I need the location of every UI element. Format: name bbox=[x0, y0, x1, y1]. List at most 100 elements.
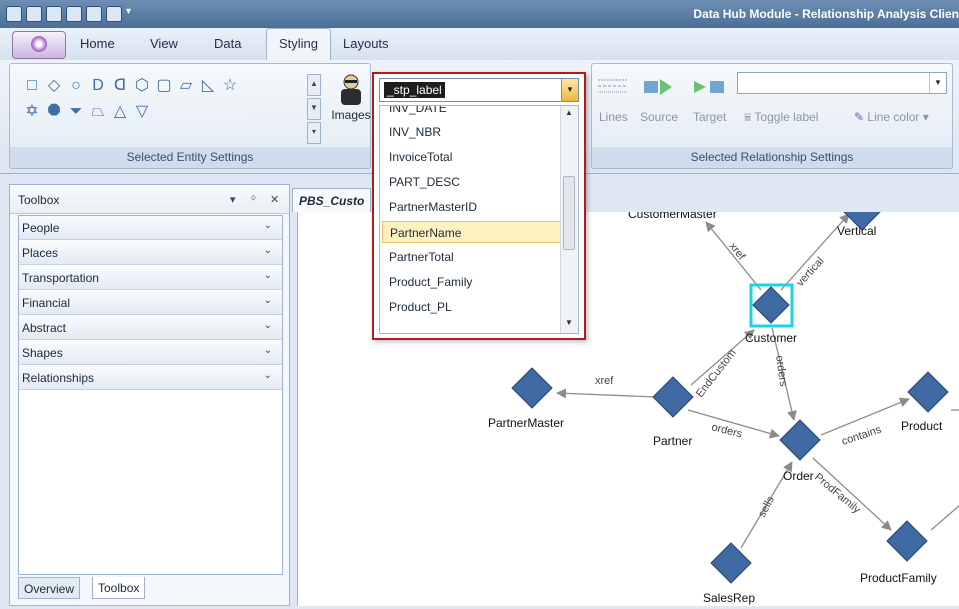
toolbox-title: Toolbox bbox=[18, 193, 60, 207]
rounded-rect-shape-icon[interactable]: ▢ bbox=[156, 78, 172, 94]
tab-view[interactable]: View bbox=[150, 36, 178, 51]
category-places[interactable]: Places ⌄ bbox=[19, 241, 282, 265]
edge-partner-partnermaster[interactable] bbox=[556, 388, 657, 399]
tab-home[interactable]: Home bbox=[80, 36, 115, 51]
relationship-settings-group: Lines Source Target ⩸ Toggle label ✎ Lin… bbox=[591, 63, 953, 169]
entity-settings-label: Selected Entity Settings bbox=[10, 147, 370, 168]
tab-overview[interactable]: Overview bbox=[18, 577, 81, 599]
node-partner[interactable] bbox=[652, 376, 694, 418]
chevron-down-icon[interactable]: ▼ bbox=[929, 73, 946, 93]
category-transportation[interactable]: Transportation ⌄ bbox=[19, 266, 282, 290]
person-image-icon bbox=[341, 74, 361, 105]
toggle-label-text: Toggle label bbox=[754, 110, 819, 124]
stored-data-shape-icon[interactable]: ᗡ bbox=[112, 78, 128, 94]
panel-menu-icon[interactable]: ▾ bbox=[230, 193, 236, 206]
clipboard-icon[interactable] bbox=[86, 6, 102, 22]
edge-label-endcustomer: EndCustom bbox=[694, 347, 739, 400]
category-relationships[interactable]: Relationships ⌄ bbox=[19, 366, 282, 390]
toggle-label-icon: ⩸ bbox=[744, 110, 755, 124]
chevron-down-icon[interactable]: ▼ bbox=[561, 79, 578, 101]
category-label: Abstract bbox=[22, 321, 67, 335]
lines-button[interactable]: Lines bbox=[599, 110, 628, 124]
node-customer[interactable] bbox=[752, 286, 790, 324]
shapes-scroll-up-button[interactable]: ▲ bbox=[307, 74, 321, 96]
square-shape-icon[interactable]: □ bbox=[24, 78, 40, 94]
document-tab[interactable]: PBS_Custo bbox=[292, 188, 372, 212]
node-label-customer: Customer bbox=[745, 331, 797, 345]
app-title: Data Hub Module - Relationship Analysis … bbox=[693, 7, 959, 21]
toolbox-panel: Toolbox ▾ ᛜ ✕ People ⌄ Places ⌄ Transporta… bbox=[9, 184, 290, 606]
list-item[interactable]: PART_DESC bbox=[382, 171, 562, 193]
node-label-order: Order bbox=[783, 469, 814, 483]
document-icon[interactable] bbox=[106, 6, 122, 22]
star-shape-icon[interactable]: ☆ bbox=[222, 78, 238, 94]
category-abstract[interactable]: Abstract ⌄ bbox=[19, 316, 282, 340]
list-item[interactable]: INV_NBR bbox=[382, 121, 562, 143]
scroll-up-icon[interactable]: ▲ bbox=[565, 108, 573, 117]
close-icon[interactable]: ✕ bbox=[270, 193, 279, 206]
scroll-thumb[interactable] bbox=[563, 176, 575, 250]
tab-layouts[interactable]: Layouts bbox=[343, 36, 389, 51]
category-shapes[interactable]: Shapes ⌄ bbox=[19, 341, 282, 365]
list-item[interactable]: Product_PL bbox=[382, 296, 562, 318]
list-item[interactable]: Product_Family bbox=[382, 271, 562, 293]
title-bar: ▾ Data Hub Module - Relationship Analysi… bbox=[0, 0, 959, 29]
target-button[interactable]: Target bbox=[693, 110, 726, 124]
undo-icon[interactable] bbox=[46, 6, 62, 22]
edge-label-contains: contains bbox=[840, 424, 883, 448]
list-item[interactable]: InvoiceTotal bbox=[382, 146, 562, 168]
node-productfamily[interactable] bbox=[886, 520, 928, 562]
tab-toolbox[interactable]: Toolbox bbox=[92, 577, 146, 599]
parallelogram-shape-icon[interactable]: ▱ bbox=[178, 78, 194, 94]
list-item[interactable]: PartnerMasterID bbox=[382, 196, 562, 218]
scroll-down-icon[interactable]: ▼ bbox=[565, 318, 573, 327]
delay-shape-icon[interactable]: D bbox=[90, 78, 106, 94]
source-arrow-icon bbox=[644, 79, 672, 95]
category-financial[interactable]: Financial ⌄ bbox=[19, 291, 282, 315]
trapezoid-down-shape-icon[interactable]: ⏷ bbox=[68, 104, 84, 120]
edge-label-xref: xref bbox=[727, 240, 748, 263]
list-item-highlighted[interactable]: PartnerName bbox=[382, 221, 562, 243]
quick-access-dropdown-icon[interactable]: ▾ bbox=[126, 6, 131, 17]
tab-styling[interactable]: Styling bbox=[266, 28, 332, 60]
node-product[interactable] bbox=[907, 371, 949, 413]
edge-labels: xref vertical orders EndCustom xref orde… bbox=[595, 240, 883, 519]
node-salesrep[interactable] bbox=[710, 542, 752, 584]
pin-icon[interactable]: ᛜ bbox=[250, 193, 257, 205]
images-button[interactable]: Images bbox=[329, 74, 373, 122]
shapes-scroll-down-button[interactable]: ▼ bbox=[307, 98, 321, 120]
chevron-down-icon: ⌄ bbox=[263, 345, 272, 356]
source-button[interactable]: Source bbox=[640, 110, 678, 124]
chevron-down-icon: ⌄ bbox=[263, 220, 272, 231]
circle-shape-icon[interactable]: ○ bbox=[68, 78, 84, 94]
triangle-up-shape-icon[interactable]: △ bbox=[112, 104, 128, 120]
trapezoid-shape-icon[interactable]: ⏢ bbox=[90, 104, 106, 120]
line-color-button[interactable]: ✎ Line color ▾ bbox=[854, 110, 929, 124]
save-all-icon[interactable] bbox=[26, 6, 42, 22]
category-people[interactable]: People ⌄ bbox=[19, 216, 282, 240]
relationship-label-combo[interactable]: ▼ bbox=[737, 72, 947, 94]
chevron-down-icon: ⌄ bbox=[263, 320, 272, 331]
triangle-down-shape-icon[interactable]: ▽ bbox=[134, 104, 150, 120]
list-scrollbar[interactable]: ▲ ▼ bbox=[560, 106, 578, 333]
label-field-value[interactable]: _stp_label bbox=[384, 82, 445, 98]
list-item[interactable]: PartnerTotal bbox=[382, 246, 562, 268]
diamond-shape-icon[interactable]: ◇ bbox=[46, 78, 62, 94]
application-menu-button[interactable] bbox=[12, 31, 66, 59]
star6-shape-icon[interactable]: ✡ bbox=[24, 104, 40, 120]
entity-settings-group: □ ◇ ○ D ᗡ ⬡ ▢ ▱ ◺ ☆ ✡ ⯃ ⏷ ⏢ △ ▽ ▲ ▼ ▾ Im… bbox=[9, 63, 371, 169]
tab-data[interactable]: Data bbox=[214, 36, 241, 51]
shapes-expand-button[interactable]: ▾ bbox=[307, 122, 321, 144]
edge-order-productfamily[interactable] bbox=[812, 457, 892, 531]
manual-input-shape-icon[interactable]: ◺ bbox=[200, 78, 216, 94]
node-partnermaster[interactable] bbox=[511, 367, 553, 409]
octagon-shape-icon[interactable]: ⯃ bbox=[46, 104, 62, 120]
list-item[interactable]: INV_DATE bbox=[382, 106, 562, 119]
toggle-label-button[interactable]: ⩸ Toggle label bbox=[744, 110, 818, 125]
save-icon[interactable] bbox=[6, 6, 22, 22]
label-field-combo[interactable]: _stp_label ▼ bbox=[379, 78, 579, 102]
node-order[interactable] bbox=[779, 419, 821, 461]
chevron-down-icon: ⌄ bbox=[263, 245, 272, 256]
hexagon-shape-icon[interactable]: ⬡ bbox=[134, 78, 150, 94]
redo-icon[interactable] bbox=[66, 6, 82, 22]
